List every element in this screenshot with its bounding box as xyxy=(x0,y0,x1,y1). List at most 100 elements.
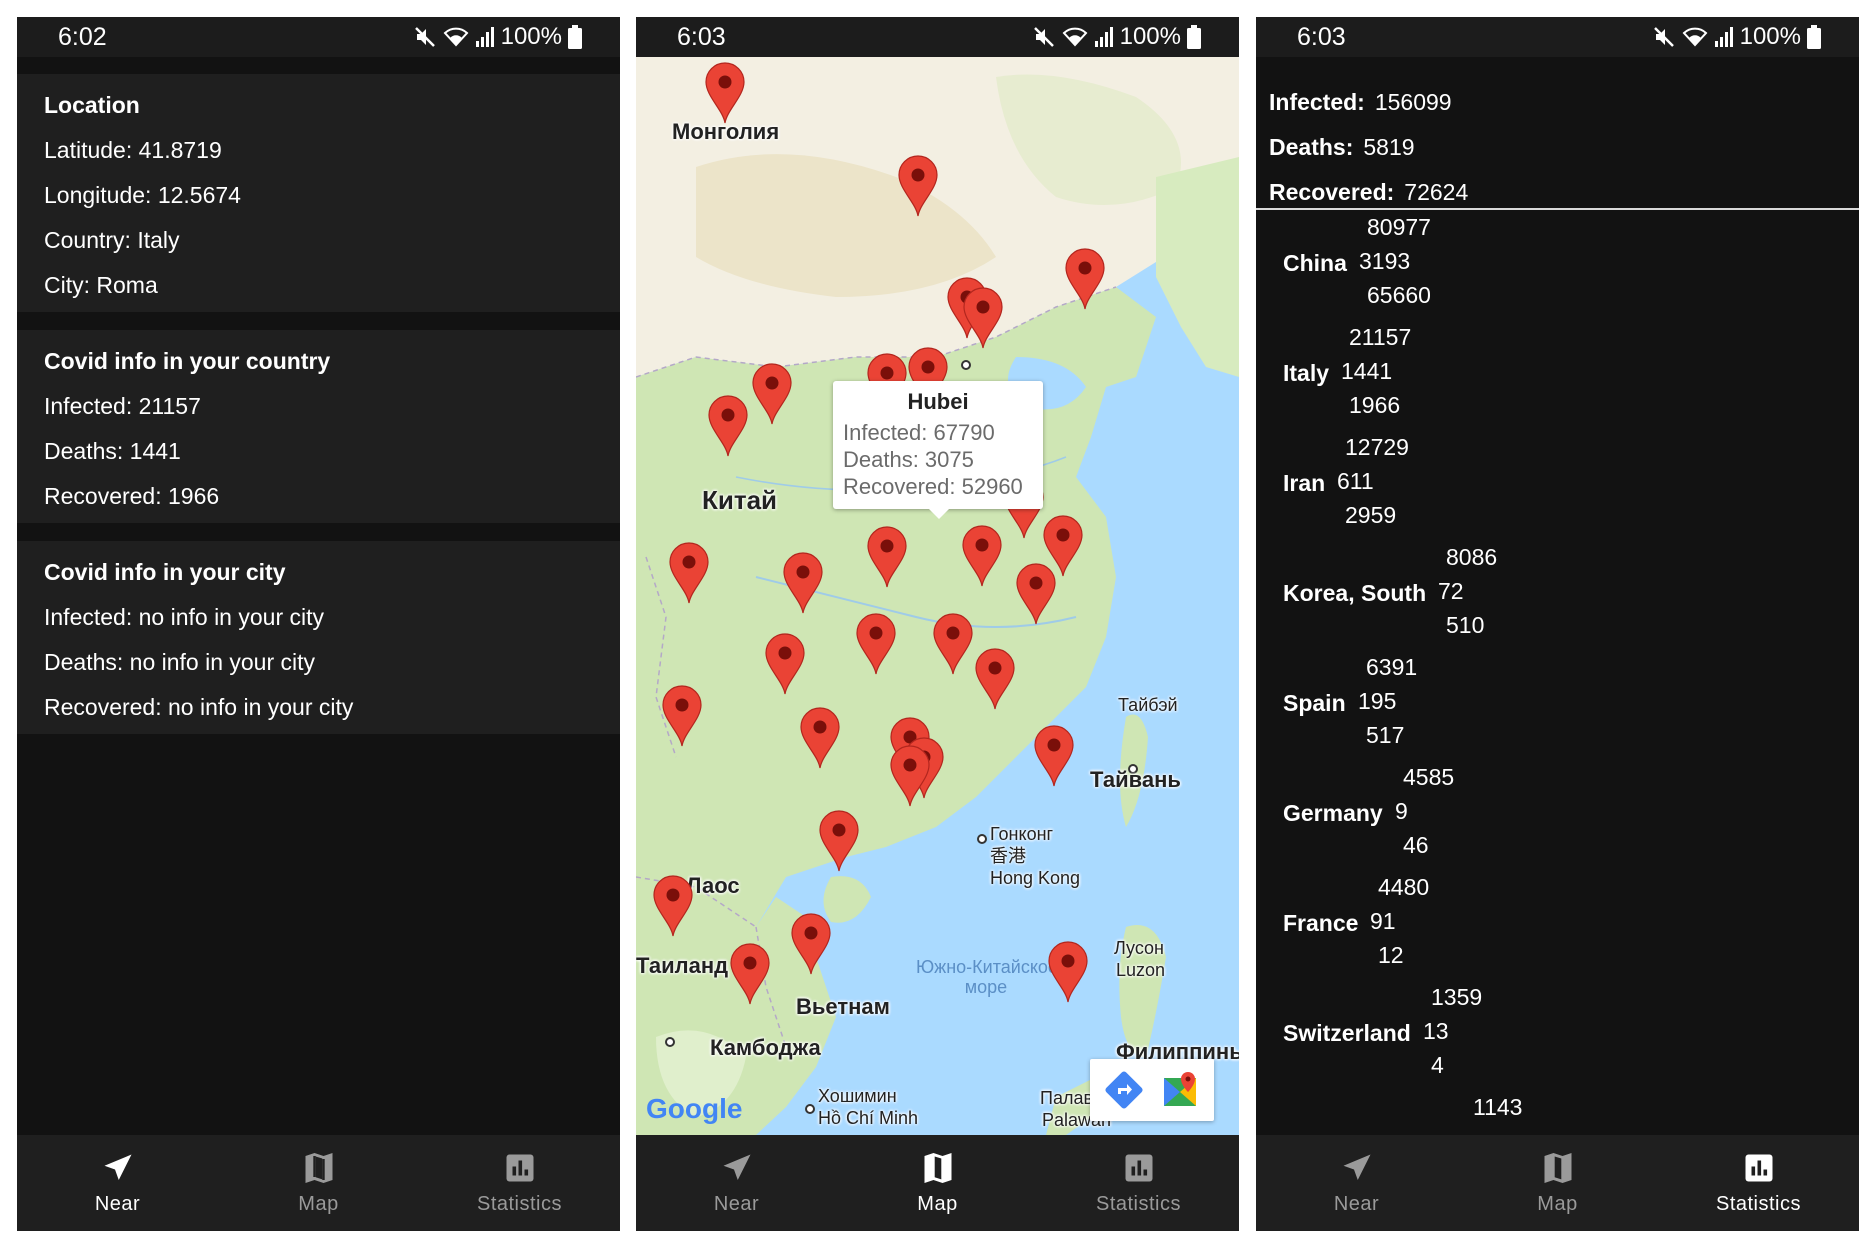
country-infected: 80977 xyxy=(1367,214,1431,240)
summary-recovered-value: 72624 xyxy=(1404,179,1469,205)
country-name: France xyxy=(1283,910,1359,936)
nav-map[interactable]: Map xyxy=(837,1135,1038,1231)
map-pin-icon[interactable] xyxy=(800,707,840,769)
statistics-screen: 6:03 100% Infected: 156099 Deaths: 5819 Re… xyxy=(1256,17,1859,1231)
label-cambodia: Камбоджа xyxy=(710,1035,821,1060)
google-logo-text: Google xyxy=(646,1093,743,1124)
map-pin-icon[interactable] xyxy=(662,685,702,747)
map-pin-icon[interactable] xyxy=(730,943,770,1005)
label-luzon-ru: Лусон xyxy=(1114,938,1164,958)
battery-icon xyxy=(1187,25,1201,49)
summary-infected: Infected: 156099 xyxy=(1269,89,1452,116)
map-pin-icon[interactable] xyxy=(791,913,831,975)
directions-icon[interactable] xyxy=(1104,1070,1144,1110)
info-window-title: Hubei xyxy=(907,389,969,414)
country-deaths: 13 xyxy=(1423,1018,1449,1044)
nav-statistics-label: Statistics xyxy=(1095,1193,1182,1215)
nav-map-label: Map xyxy=(917,1193,958,1215)
country-name: Spain xyxy=(1283,690,1346,716)
country-deaths: 195 xyxy=(1358,688,1397,714)
nav-statistics[interactable]: Statistics xyxy=(419,1135,620,1231)
summary-deaths-value: 5819 xyxy=(1363,134,1415,160)
nav-statistics-label: Statistics xyxy=(476,1193,563,1215)
country-infected: 8086 xyxy=(1446,544,1498,570)
label-sea-line2: море xyxy=(964,977,1008,997)
country-name: China xyxy=(1283,250,1347,276)
map-pin-icon[interactable] xyxy=(705,62,745,124)
country-recovered: 2959 xyxy=(1345,502,1397,528)
map-pin-icon[interactable] xyxy=(867,526,907,588)
map-pin-icon[interactable] xyxy=(669,542,709,604)
map-pin-icon[interactable] xyxy=(765,633,805,695)
map-pin-icon[interactable] xyxy=(898,155,938,217)
wifi-icon xyxy=(1682,27,1708,47)
nav-map-label: Map xyxy=(1537,1193,1578,1215)
country-row: Spain 6391 195 517 xyxy=(1283,654,1843,764)
battery-percent: 100% xyxy=(1739,23,1801,50)
country-list[interactable]: China 80977 3193 65660 Italy 21157 1441 1966 Ira… xyxy=(1256,212,1859,1135)
label-taipei: Тайбэй xyxy=(1118,695,1178,715)
map-pin-icon[interactable] xyxy=(933,613,973,675)
battery-percent: 100% xyxy=(1119,23,1181,50)
label-hongkong-ru: Гонконг xyxy=(990,824,1054,844)
map-pin-icon[interactable] xyxy=(963,287,1003,349)
map-view[interactable]: Монголия Китай Лаос Таиланд Вьетнам Камб… xyxy=(636,57,1239,1135)
country-name: Germany xyxy=(1283,800,1383,826)
label-hongkong-en: Hong Kong xyxy=(990,868,1081,888)
signal-icon xyxy=(1714,27,1733,47)
global-summary: Infected: 156099 Deaths: 5819 Recovered: 72… xyxy=(1256,57,1859,210)
location-title: Location xyxy=(44,92,140,118)
map-icon xyxy=(924,1153,951,1183)
label-hochiminh-ru: Хошимин xyxy=(818,1086,897,1106)
bottom-navigation: Near Map Statistics xyxy=(1256,1135,1859,1231)
country-info-title: Covid info in your country xyxy=(44,348,331,374)
near-screen: 6:02 100% Location Latitude: 41.8719 Lon… xyxy=(17,17,620,1231)
nav-map[interactable]: Map xyxy=(1457,1135,1658,1231)
status-bar: 6:02 100% xyxy=(17,17,620,57)
battery-icon xyxy=(1807,25,1821,49)
map-pin-icon[interactable] xyxy=(1034,725,1074,787)
map-pin-icon[interactable] xyxy=(819,810,859,872)
nav-near[interactable]: Near xyxy=(17,1135,218,1231)
country-row: Iran 12729 611 2959 xyxy=(1283,434,1843,544)
country-infected: 6391 xyxy=(1366,654,1418,680)
map-toolbar xyxy=(1090,1059,1214,1121)
city-info-card: Covid info in your city Infected: no inf… xyxy=(17,541,620,734)
country-deaths: 72 xyxy=(1438,578,1464,604)
info-window[interactable]: Hubei Infected: 67790 Deaths: 3075 Recov… xyxy=(833,381,1043,519)
country-infected: 4480 xyxy=(1378,874,1430,900)
nav-map[interactable]: Map xyxy=(218,1135,419,1231)
label-south-china-sea: Южно-Китайское море xyxy=(916,957,1058,997)
map-pin-icon[interactable] xyxy=(975,648,1015,710)
summary-deaths: Deaths: 5819 xyxy=(1269,134,1415,161)
map-pin-icon[interactable] xyxy=(752,363,792,425)
country-infected: 21157 xyxy=(1349,324,1412,350)
summary-recovered: Recovered: 72624 xyxy=(1269,179,1468,206)
map-pin-icon[interactable] xyxy=(856,613,896,675)
navigation-arrow-icon xyxy=(1343,1154,1370,1180)
summary-deaths-label: Deaths: xyxy=(1269,134,1354,160)
map-pin-icon[interactable] xyxy=(653,875,693,937)
nav-near[interactable]: Near xyxy=(1256,1135,1457,1231)
nav-statistics[interactable]: Statistics xyxy=(1658,1135,1859,1231)
summary-infected-label: Infected: xyxy=(1269,89,1365,115)
country-deaths: 1441 xyxy=(1341,358,1393,384)
nav-statistics[interactable]: Statistics xyxy=(1038,1135,1239,1231)
map-pin-icon[interactable] xyxy=(1016,563,1056,625)
google-maps-icon[interactable] xyxy=(1160,1070,1200,1110)
map-pin-icon[interactable] xyxy=(708,395,748,457)
battery-percent: 100% xyxy=(500,23,562,50)
status-time: 6:03 xyxy=(1297,23,1346,51)
nav-near[interactable]: Near xyxy=(636,1135,837,1231)
map-pin-icon[interactable] xyxy=(890,745,930,807)
status-bar: 6:03 100% xyxy=(1256,17,1859,57)
map-pin-icon[interactable] xyxy=(783,552,823,614)
country-recovered: 4 xyxy=(1431,1052,1444,1078)
status-time: 6:03 xyxy=(677,23,726,51)
country-row: China 80977 3193 65660 xyxy=(1283,214,1843,324)
google-logo: Google xyxy=(646,1093,742,1125)
map-pin-icon[interactable] xyxy=(1048,941,1088,1003)
map-pin-icon[interactable] xyxy=(1065,248,1105,310)
map-pin-icon[interactable] xyxy=(962,525,1002,587)
status-time: 6:02 xyxy=(58,23,107,51)
